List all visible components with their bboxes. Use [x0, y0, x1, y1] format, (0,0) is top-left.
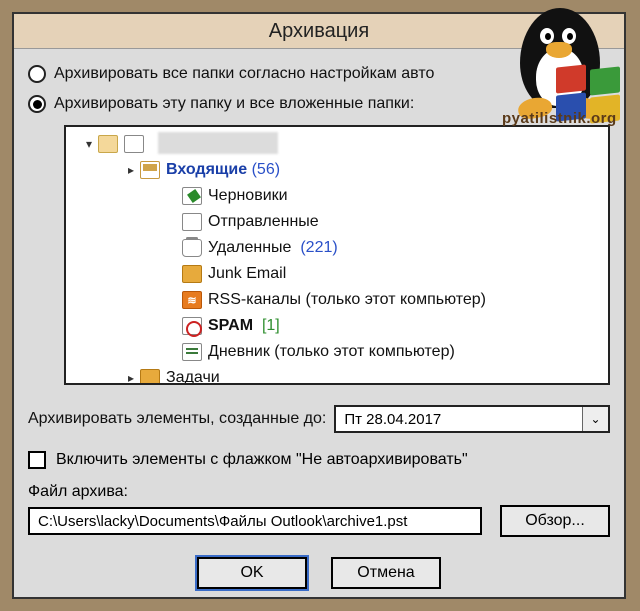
spam-icon [182, 317, 202, 335]
inbox-icon [140, 161, 160, 179]
tree-item-spam[interactable]: ▸ SPAM [1] [68, 313, 606, 339]
tree-item-label: Задачи [166, 369, 220, 385]
tree-item-label: Входящие (56) [166, 161, 280, 179]
tree-item-label: Отправленные [208, 213, 319, 231]
tree-root-label [150, 135, 154, 153]
radio-archive-this-row[interactable]: Архивировать эту папку и все вложенные п… [28, 95, 610, 113]
redacted-account-name [158, 132, 278, 154]
tree-item-label: Дневник (только этот компьютер) [208, 343, 455, 361]
archive-dialog: Архивация Архивировать все папки согласн… [12, 12, 626, 599]
trash-icon [182, 239, 202, 257]
tree-item-deleted[interactable]: ▸ Удаленные (221) [68, 235, 606, 261]
tree-item-drafts[interactable]: ▸ Черновики [68, 183, 606, 209]
radio-archive-all-row[interactable]: Архивировать все папки согласно настройк… [28, 65, 610, 83]
tree-item-label: Удаленные (221) [208, 239, 338, 257]
date-row: Архивировать элементы, созданные до: Пт … [28, 405, 610, 433]
tree-root-row[interactable]: ▾ [68, 131, 606, 157]
radio-archive-all[interactable] [28, 65, 46, 83]
journal-icon [182, 343, 202, 361]
date-value: Пт 28.04.2017 [336, 411, 582, 428]
collapse-arrow-icon[interactable]: ▾ [82, 137, 96, 151]
include-flagged-row[interactable]: Включить элементы с флажком "Не автоархи… [28, 451, 610, 469]
include-flagged-checkbox[interactable] [28, 451, 46, 469]
chevron-down-icon: ⌄ [590, 412, 600, 426]
include-flagged-label: Включить элементы с флажком "Не автоархи… [56, 451, 468, 469]
radio-archive-all-label: Архивировать все папки согласно настройк… [54, 65, 434, 83]
ok-button[interactable]: OK [197, 557, 307, 589]
sent-icon [182, 213, 202, 231]
folder-tree[interactable]: ▾ ▸ Входящие (56) ▸ Черновики ▸ Отправле… [64, 125, 610, 385]
drafts-icon [182, 187, 202, 205]
tree-item-label: Junk Email [208, 265, 286, 283]
dialog-content: Архивировать все папки согласно настройк… [14, 49, 624, 597]
archive-file-label: Файл архива: [28, 483, 610, 501]
tree-item-journal[interactable]: ▸ Дневник (только этот компьютер) [68, 339, 606, 365]
date-field[interactable]: Пт 28.04.2017 ⌄ [334, 405, 610, 433]
tree-item-sent[interactable]: ▸ Отправленные [68, 209, 606, 235]
tree-item-label: SPAM [1] [208, 317, 280, 335]
date-dropdown-button[interactable]: ⌄ [582, 407, 608, 431]
junk-folder-icon [182, 265, 202, 283]
dialog-buttons: OK Отмена [28, 557, 610, 589]
date-label: Архивировать элементы, созданные до: [28, 410, 326, 428]
expand-arrow-icon[interactable]: ▸ [124, 163, 138, 177]
archive-file-row: C:\Users\lacky\Documents\Файлы Outlook\a… [28, 505, 610, 537]
tree-item-rss[interactable]: ▸ ≋ RSS-каналы (только этот компьютер) [68, 287, 606, 313]
dialog-titlebar: Архивация [14, 14, 624, 49]
tree-item-junk[interactable]: ▸ Junk Email [68, 261, 606, 287]
tree-item-inbox[interactable]: ▸ Входящие (56) [68, 157, 606, 183]
radio-archive-this-label: Архивировать эту папку и все вложенные п… [54, 95, 414, 113]
archive-file-input[interactable]: C:\Users\lacky\Documents\Файлы Outlook\a… [28, 507, 482, 535]
rss-icon: ≋ [182, 291, 202, 309]
tree-item-label: Черновики [208, 187, 288, 205]
account-icon [124, 135, 144, 153]
tree-item-tasks[interactable]: ▸ Задачи [68, 365, 606, 385]
archive-file-path: C:\Users\lacky\Documents\Файлы Outlook\a… [38, 513, 407, 530]
radio-archive-this[interactable] [28, 95, 46, 113]
expand-arrow-icon[interactable]: ▸ [124, 371, 138, 385]
cancel-button[interactable]: Отмена [331, 557, 441, 589]
dialog-title: Архивация [269, 20, 369, 43]
tasks-folder-icon [140, 369, 160, 385]
tree-item-label: RSS-каналы (только этот компьютер) [208, 291, 486, 309]
datafile-icon [98, 135, 118, 153]
browse-button[interactable]: Обзор... [500, 505, 610, 537]
